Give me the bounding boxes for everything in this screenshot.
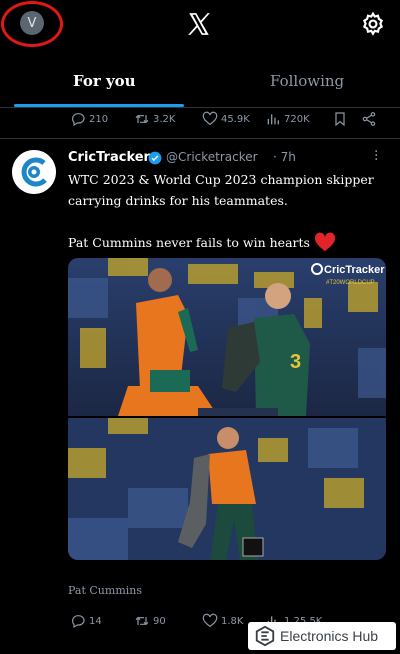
tweet-photo-1[interactable]: 3 CricTracker #T20WORLDCUP [68, 258, 386, 416]
tweet-separator [0, 138, 400, 139]
heart-icon [202, 613, 218, 628]
bookmark-icon[interactable] [332, 111, 348, 127]
repost-button[interactable]: 3.2K [134, 111, 175, 127]
verified-badge-icon [148, 151, 162, 165]
tweet-text-line: WTC 2023 & World Cup 2023 champion skipp… [68, 172, 374, 187]
author-handle[interactable]: @Cricketracker [166, 150, 258, 164]
avatar[interactable]: V [20, 11, 44, 35]
tweet-text-line: Pat Cummins never fails to win hearts [68, 232, 336, 252]
reply-button[interactable]: 14 [70, 613, 102, 629]
heart-icon [202, 111, 218, 126]
repost-button[interactable]: 90 [134, 613, 166, 629]
svg-text:3: 3 [290, 351, 301, 373]
views-button[interactable]: 720K [265, 111, 310, 127]
photo-brand-text: CricTracker [324, 264, 385, 276]
author-name[interactable]: CricTracker [68, 150, 150, 165]
views-icon [267, 114, 279, 125]
watermark-text: Electronics Hub [280, 628, 379, 644]
x-logo-icon[interactable] [186, 11, 212, 37]
gear-icon[interactable] [360, 11, 386, 37]
reply-icon [72, 615, 85, 629]
media-caption: Pat Cummins [68, 584, 142, 597]
tab-following[interactable]: Following [270, 72, 344, 90]
tab-for-you[interactable]: For you [73, 72, 136, 90]
share-icon[interactable] [361, 111, 377, 127]
crictracker-logo-icon[interactable] [12, 150, 56, 194]
tweet-photo-2[interactable] [68, 418, 386, 560]
like-button[interactable]: 1.8K [202, 613, 243, 629]
site-watermark: Electronics Hub [248, 622, 396, 650]
tweet-time[interactable]: · 7h [273, 150, 296, 164]
photo-tag-text: #T20WORLDCUP [326, 280, 375, 286]
more-options-icon[interactable]: · · · [374, 145, 378, 167]
repost-icon [135, 114, 149, 124]
like-button[interactable]: 45.9K [202, 111, 250, 127]
reply-button[interactable]: 210 [70, 111, 108, 127]
electronics-hub-logo-icon [255, 625, 275, 647]
tweet-text-line: carrying drinks for his teammates. [68, 193, 288, 208]
red-heart-emoji-icon [314, 232, 335, 252]
repost-icon [135, 616, 149, 626]
reply-icon [72, 113, 85, 127]
tab-divider [0, 107, 400, 108]
